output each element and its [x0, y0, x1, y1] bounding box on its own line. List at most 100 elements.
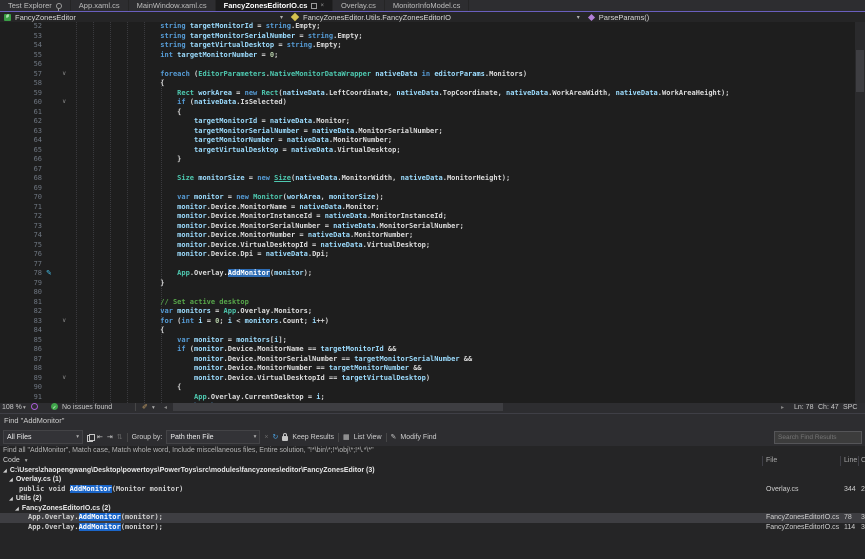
close-icon[interactable]: ×: [264, 434, 268, 441]
fold-collapse-icon[interactable]: ∨: [62, 98, 66, 108]
space-mode-indicator[interactable]: SPC: [843, 403, 857, 413]
code-line-64[interactable]: 64 targetMonitorNumber = nativeData.Moni…: [0, 136, 865, 146]
line-column-header[interactable]: Line: [844, 456, 857, 466]
code-line-55[interactable]: 55 int targetMonitorNumber = 0;: [0, 51, 865, 61]
scope-dropdown[interactable]: All Files ▾: [3, 430, 83, 444]
pin-icon[interactable]: [56, 3, 62, 9]
code-editor[interactable]: 52 string targetMonitorId = string.Empty…: [0, 22, 865, 403]
result-group-row[interactable]: ◢FancyZonesEditorIO.cs (2): [0, 504, 865, 514]
code-line-58[interactable]: 58 {: [0, 79, 865, 89]
zoom-level[interactable]: 108 %: [2, 403, 22, 413]
code-line-62[interactable]: 62 targetMonitorId = nativeData.Monitor;: [0, 117, 865, 127]
result-row[interactable]: Overlay.cs3442public void AddMonitor(Mon…: [0, 485, 865, 495]
code-line-85[interactable]: 85 var monitor = monitors[i];: [0, 336, 865, 346]
fold-collapse-icon[interactable]: ∨: [62, 374, 66, 384]
code-line-70[interactable]: 70 var monitor = new Monitor(workArea, m…: [0, 193, 865, 203]
keep-results-button[interactable]: Keep Results: [292, 434, 334, 441]
code-line-52[interactable]: 52 string targetMonitorId = string.Empty…: [0, 22, 865, 32]
code-line-86[interactable]: 86 if (monitor.Device.MonitorName == tar…: [0, 345, 865, 355]
scrollbar-thumb[interactable]: [173, 403, 503, 411]
tree-expander-icon[interactable]: ◢: [9, 477, 13, 483]
result-row[interactable]: FancyZonesEditorIO.cs1143App.Overlay.Add…: [0, 523, 865, 533]
code-line-89[interactable]: 89∨ monitor.Device.VirtualDesktopId == t…: [0, 374, 865, 384]
close-icon[interactable]: ×: [320, 3, 324, 9]
code-line-72[interactable]: 72 monitor.Device.MonitorInstanceId = na…: [0, 212, 865, 222]
chevron-down-icon[interactable]: ▾: [152, 403, 155, 413]
collapse-all-icon[interactable]: ⇥: [107, 433, 113, 441]
editor-horizontal-scrollbar[interactable]: [173, 403, 777, 411]
expand-all-icon[interactable]: ⇤: [97, 433, 103, 441]
code-line-65[interactable]: 65 targetVirtualDesktop = nativeData.Vir…: [0, 146, 865, 156]
code-line-87[interactable]: 87 monitor.Device.MonitorSerialNumber ==…: [0, 355, 865, 365]
code-line-84[interactable]: 84 {: [0, 326, 865, 336]
copy-icon[interactable]: [87, 434, 93, 441]
col-column-header[interactable]: Col: [861, 456, 865, 466]
code-line-53[interactable]: 53 string targetMonitorSerialNumber = st…: [0, 32, 865, 42]
sort-icon[interactable]: ⇅: [117, 433, 123, 441]
code-line-77[interactable]: 77: [0, 260, 865, 270]
code-line-82[interactable]: 82 var monitors = App.Overlay.Monitors;: [0, 307, 865, 317]
code-line-61[interactable]: 61 {: [0, 108, 865, 118]
code-line-75[interactable]: 75 monitor.Device.VirtualDesktopId = nat…: [0, 241, 865, 251]
code-line-73[interactable]: 73 monitor.Device.MonitorSerialNumber = …: [0, 222, 865, 232]
tree-expander-icon[interactable]: ◢: [3, 468, 7, 474]
list-view-button[interactable]: List View: [354, 434, 382, 441]
chevron-down-icon[interactable]: ▾: [23, 403, 26, 413]
code-line-54[interactable]: 54 string targetVirtualDesktop = string.…: [0, 41, 865, 51]
line-number: 73: [0, 222, 42, 232]
code-line-80[interactable]: 80: [0, 288, 865, 298]
tab-monitorinfomodel-cs[interactable]: MonitorInfoModel.cs: [385, 0, 470, 11]
result-group-row[interactable]: ◢Utils (2): [0, 494, 865, 504]
code-line-67[interactable]: 67: [0, 165, 865, 175]
scrollbar-thumb[interactable]: [856, 50, 864, 92]
code-line-66[interactable]: 66 }: [0, 155, 865, 165]
issues-status[interactable]: No issues found: [62, 403, 112, 413]
code-line-59[interactable]: 59 Rect workArea = new Rect(nativeData.L…: [0, 89, 865, 99]
project-dropdown[interactable]: # FancyZonesEditor ▾: [0, 12, 287, 22]
result-group-row[interactable]: ◢C:\Users\zhaopengwang\Desktop\powertoys…: [0, 466, 865, 476]
editor-vertical-scrollbar[interactable]: [855, 22, 865, 403]
code-line-90[interactable]: 90 {: [0, 383, 865, 393]
group-by-dropdown[interactable]: Path then File ▾: [166, 430, 260, 444]
refresh-icon[interactable]: ↻: [272, 433, 278, 441]
code-line-68[interactable]: 68 Size monitorSize = new Size(nativeDat…: [0, 174, 865, 184]
fold-collapse-icon[interactable]: ∨: [62, 317, 66, 327]
code-line-83[interactable]: 83∨ for (int i = 0; i < monitors.Count; …: [0, 317, 865, 327]
code-filter-dropdown[interactable]: Code: [3, 457, 20, 464]
code-line-74[interactable]: 74 monitor.Device.MonitorNumber = native…: [0, 231, 865, 241]
tab-test-explorer[interactable]: Test Explorer: [0, 0, 71, 11]
scroll-right-arrow-icon[interactable]: ▸: [781, 403, 784, 413]
tab-app-xaml-cs[interactable]: App.xaml.cs: [71, 0, 129, 11]
pen-tool-icon[interactable]: ✐: [142, 403, 148, 413]
promote-tab-icon[interactable]: [311, 3, 317, 9]
tab-fancyzoneseditorio-cs[interactable]: FancyZonesEditorIO.cs×: [216, 0, 333, 11]
code-line-63[interactable]: 63 targetMonitorSerialNumber = nativeDat…: [0, 127, 865, 137]
modify-find-button[interactable]: Modify Find: [400, 434, 436, 441]
code-line-91[interactable]: 91 App.Overlay.CurrentDesktop = i;: [0, 393, 865, 403]
member-dropdown[interactable]: ParseParams(): [584, 12, 865, 22]
line-number: 83: [0, 317, 42, 327]
fold-collapse-icon[interactable]: ∨: [62, 70, 66, 80]
result-group-row[interactable]: ◢Overlay.cs (1): [0, 475, 865, 485]
code-line-78[interactable]: 78✎ App.Overlay.AddMonitor(monitor);: [0, 269, 865, 279]
tab-mainwindow-xaml-cs[interactable]: MainWindow.xaml.cs: [129, 0, 216, 11]
code-line-57[interactable]: 57∨ foreach (EditorParameters.NativeMoni…: [0, 70, 865, 80]
code-line-88[interactable]: 88 monitor.Device.MonitorNumber == targe…: [0, 364, 865, 374]
scroll-left-arrow-icon[interactable]: ◂: [164, 403, 167, 413]
code-line-81[interactable]: 81 // Set active desktop: [0, 298, 865, 308]
code-line-79[interactable]: 79 }: [0, 279, 865, 289]
tree-expander-icon[interactable]: ◢: [9, 496, 13, 502]
search-find-results-input[interactable]: [774, 431, 862, 444]
code-line-60[interactable]: 60∨ if (nativeData.IsSelected): [0, 98, 865, 108]
tab-overlay-cs[interactable]: Overlay.cs: [333, 0, 385, 11]
lock-icon[interactable]: [282, 436, 288, 441]
file-column-header[interactable]: File: [766, 456, 777, 466]
health-indicator-icon[interactable]: [31, 403, 38, 410]
code-line-76[interactable]: 76 monitor.Device.Dpi = nativeData.Dpi;: [0, 250, 865, 260]
code-line-56[interactable]: 56: [0, 60, 865, 70]
tree-expander-icon[interactable]: ◢: [15, 506, 19, 512]
code-line-71[interactable]: 71 monitor.Device.MonitorName = nativeDa…: [0, 203, 865, 213]
type-dropdown[interactable]: FancyZonesEditor.Utils.FancyZonesEditorI…: [287, 12, 584, 22]
code-line-69[interactable]: 69: [0, 184, 865, 194]
result-row[interactable]: FancyZonesEditorIO.cs783App.Overlay.AddM…: [0, 513, 865, 523]
